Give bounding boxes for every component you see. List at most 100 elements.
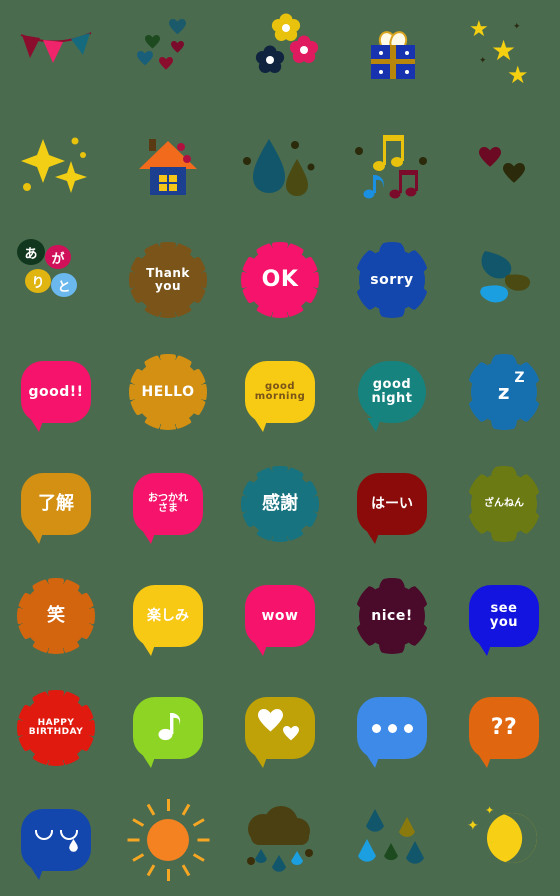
bubble-see-you-shape[interactable]: see you	[469, 585, 539, 656]
emoji-cell-three-stars[interactable]: ★ ★ ★ ✦ ✦	[448, 0, 560, 112]
bubble-haai-label: はーい	[371, 495, 413, 512]
emoji-cell-bubble-zannen[interactable]: ざんねん	[448, 448, 560, 560]
emoji-cell-three-petals[interactable]	[448, 224, 560, 336]
bubble-haai-shape[interactable]: はーい	[357, 473, 427, 544]
emoji-cell-three-flowers[interactable]	[224, 0, 336, 112]
bubble-zzz-label: z	[497, 379, 511, 404]
emoji-cell-bubble-zzz[interactable]: zZ	[448, 336, 560, 448]
emoji-cell-two-trees[interactable]	[224, 112, 336, 224]
bubble-thank-you-shape[interactable]: Thank you	[129, 242, 207, 318]
emoji-cell-bubble-sorry[interactable]: sorry	[336, 224, 448, 336]
bubble-crying-face	[13, 797, 99, 883]
emoji-cell-two-hearts[interactable]	[448, 112, 560, 224]
emoji-cell-house[interactable]	[112, 112, 224, 224]
emoji-cell-sparkle-stars[interactable]	[0, 112, 112, 224]
emoji-cell-bubble-ryoukai[interactable]: 了解	[0, 448, 112, 560]
mini-bubble-0[interactable]: あ	[17, 239, 45, 265]
mini-bubble-2[interactable]: り	[25, 269, 51, 293]
bubble-nice-label: nice!	[371, 607, 413, 624]
bubble-good-morning-shape[interactable]: good morning	[245, 361, 315, 432]
emoji-cell-hearts-cluster[interactable]	[112, 0, 224, 112]
bubble-ellipsis-shape[interactable]	[357, 697, 427, 768]
emoji-cell-bubble-nice[interactable]: nice!	[336, 560, 448, 672]
house	[125, 125, 211, 211]
emoji-cell-rain-cloud[interactable]	[224, 784, 336, 896]
bubble-ok: OK	[237, 237, 323, 323]
bubble-ellipsis	[349, 685, 435, 771]
music-notes	[349, 125, 435, 211]
bubble-tanoshimi-shape[interactable]: 楽しみ	[133, 585, 203, 656]
three-flowers	[237, 13, 323, 99]
emoji-cell-raindrops[interactable]	[336, 784, 448, 896]
bubble-tail	[478, 642, 492, 656]
emoji-cell-bubble-hearts[interactable]	[224, 672, 336, 784]
bubble-tail	[367, 418, 381, 432]
bubble-hearts	[237, 685, 323, 771]
bubble-tail	[478, 754, 492, 768]
emoji-cell-bubble-good-night[interactable]: good night	[336, 336, 448, 448]
emoji-cell-bubble-wow[interactable]: wow	[224, 560, 336, 672]
bubble-happy-birthday-shape[interactable]: HAPPY BIRTHDAY	[17, 690, 95, 766]
bubble-ok-label: OK	[261, 267, 299, 293]
emoji-cell-bubble-question-marks[interactable]: ??	[448, 672, 560, 784]
mini-bubble-1[interactable]: が	[45, 245, 71, 269]
bunting-flags	[13, 13, 99, 99]
bubble-ryoukai-shape[interactable]: 了解	[21, 473, 91, 544]
bubble-ryoukai: 了解	[13, 461, 99, 547]
emoji-cell-music-notes[interactable]	[336, 112, 448, 224]
emoji-cell-bubble-haai[interactable]: はーい	[336, 448, 448, 560]
bubble-tanoshimi-label: 楽しみ	[147, 607, 189, 624]
two-trees	[237, 125, 323, 211]
bubble-zzz: zZ	[461, 349, 547, 435]
bubble-hearts-shape[interactable]	[245, 697, 315, 768]
bubble-tail	[30, 530, 44, 544]
bubble-warai-shape[interactable]: 笑	[17, 578, 95, 654]
bubble-question-marks-shape[interactable]: ??	[469, 697, 539, 768]
bubble-music-note-shape[interactable]	[133, 697, 203, 768]
bubble-good-shape[interactable]: good!!	[21, 361, 91, 432]
emoji-cell-bubble-good-morning[interactable]: good morning	[224, 336, 336, 448]
bubble-kansha-shape[interactable]: 感謝	[241, 466, 319, 542]
crescent-moon: ✦ ✦ ✦	[461, 797, 547, 883]
bubble-crying-face-shape[interactable]	[21, 809, 91, 880]
bubble-zzz-shape[interactable]: zZ	[467, 354, 541, 430]
emoji-cell-bubble-kansha[interactable]: 感謝	[224, 448, 336, 560]
emoji-grid: ★ ★ ★ ✦ ✦ あ が り と Thank you OK sorry goo…	[0, 0, 560, 896]
emoji-cell-bubble-see-you[interactable]: see you	[448, 560, 560, 672]
bubble-zannen-shape[interactable]: ざんねん	[467, 466, 541, 542]
mini-bubble-3[interactable]: と	[51, 273, 77, 297]
emoji-cell-gift-box[interactable]	[336, 0, 448, 112]
bubble-ok-shape[interactable]: OK	[241, 242, 319, 318]
emoji-cell-bubble-happy-birthday[interactable]: HAPPY BIRTHDAY	[0, 672, 112, 784]
bubble-good-label: good!!	[28, 383, 84, 400]
emoji-cell-bunting-flags[interactable]	[0, 0, 112, 112]
emoji-cell-bubble-good[interactable]: good!!	[0, 336, 112, 448]
bubble-hello-shape[interactable]: HELLO	[129, 354, 207, 430]
emoji-cell-bubble-tanoshimi[interactable]: 楽しみ	[112, 560, 224, 672]
bubble-zannen: ざんねん	[461, 461, 547, 547]
emoji-cell-bubble-ok[interactable]: OK	[224, 224, 336, 336]
bubble-sorry-label: sorry	[370, 271, 414, 288]
emoji-cell-arigato-bubbles[interactable]: あ が り と	[0, 224, 112, 336]
emoji-cell-bubble-warai[interactable]: 笑	[0, 560, 112, 672]
bubble-warai-label: 笑	[47, 604, 65, 626]
emoji-cell-sun[interactable]	[112, 784, 224, 896]
emoji-cell-bubble-otsukaresama[interactable]: おつかれ さま	[112, 448, 224, 560]
hearts-icon	[258, 709, 299, 741]
emoji-cell-crescent-moon[interactable]: ✦ ✦ ✦	[448, 784, 560, 896]
bubble-ryoukai-label: 了解	[38, 492, 74, 514]
arigato-bubbles: あ が り と	[13, 237, 99, 323]
emoji-cell-bubble-hello[interactable]: HELLO	[112, 336, 224, 448]
bubble-thank-you-label: Thank you	[146, 266, 190, 293]
bubble-otsukaresama-shape[interactable]: おつかれ さま	[133, 473, 203, 544]
bubble-wow-shape[interactable]: wow	[245, 585, 315, 656]
bubble-nice-shape[interactable]: nice!	[355, 578, 429, 654]
emoji-cell-bubble-crying-face[interactable]	[0, 784, 112, 896]
emoji-cell-bubble-thank-you[interactable]: Thank you	[112, 224, 224, 336]
bubble-sorry-shape[interactable]: sorry	[355, 242, 429, 318]
emoji-cell-bubble-ellipsis[interactable]	[336, 672, 448, 784]
bubble-sorry: sorry	[349, 237, 435, 323]
bubble-question-marks: ??	[461, 685, 547, 771]
bubble-good-night-shape[interactable]: good night	[358, 361, 426, 432]
emoji-cell-bubble-music-note[interactable]	[112, 672, 224, 784]
